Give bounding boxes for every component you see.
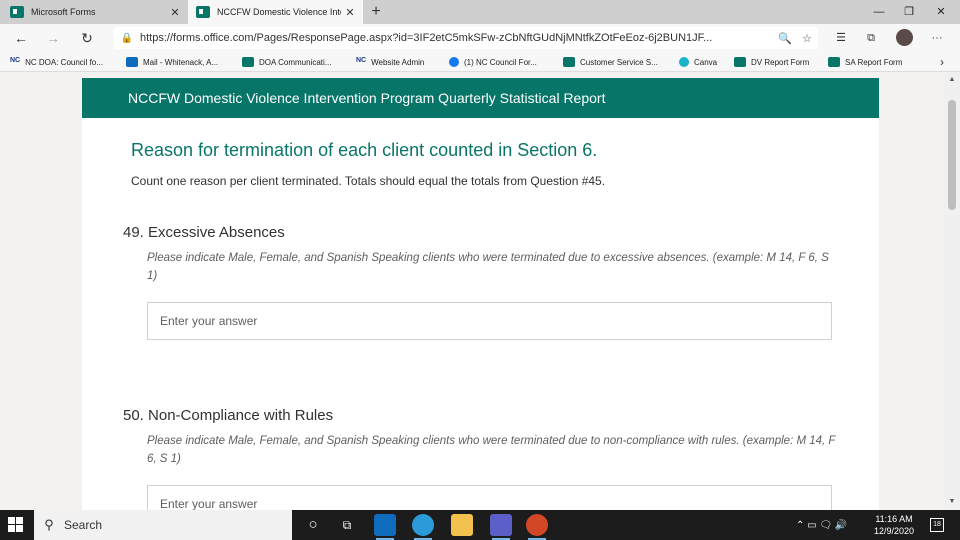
profile-avatar[interactable] xyxy=(896,29,913,46)
favorite-sa-report-form[interactable]: SA Report Form xyxy=(828,52,902,72)
favorite-label: Mail - Whitenack, A... xyxy=(143,57,219,67)
more-menu-icon[interactable]: ··· xyxy=(928,30,946,46)
url-field[interactable]: 🔒 https://forms.office.com/Pages/Respons… xyxy=(114,27,818,49)
tab-strip: Microsoft Forms ✕ NCCFW Domestic Violenc… xyxy=(0,0,960,24)
windows-start-icon[interactable] xyxy=(8,517,24,533)
nc-icon: NC xyxy=(356,57,367,64)
question-49-title: 49. Excessive Absences xyxy=(123,224,285,241)
favorite-customer-service[interactable]: Customer Service S... xyxy=(563,52,658,72)
section-title: Reason for termination of each client co… xyxy=(131,140,598,160)
forms-icon xyxy=(10,6,24,18)
outlook-icon xyxy=(126,57,138,67)
taskbar-clock[interactable]: 11:16 AM 12/9/2020 xyxy=(866,513,922,537)
taskbar-search[interactable]: ⚲ Search xyxy=(34,510,292,540)
close-tab-icon[interactable]: ✕ xyxy=(341,6,359,19)
favorites-icon[interactable]: ☰ xyxy=(832,30,850,46)
clock-date: 12/9/2020 xyxy=(873,526,915,536)
edge-app-icon[interactable] xyxy=(412,514,434,540)
scroll-thumb[interactable] xyxy=(948,100,956,210)
notification-center-icon[interactable]: 18 xyxy=(930,518,944,532)
close-window-button[interactable]: ✕ xyxy=(926,0,956,24)
favorite-star-icon[interactable]: ☆ xyxy=(796,32,818,45)
lock-icon: 🔒 xyxy=(120,32,134,44)
question-50-answer-input[interactable] xyxy=(147,485,832,510)
zoom-icon[interactable]: 🔍 xyxy=(774,32,796,45)
favorite-doa-communications[interactable]: DOA Communicati... xyxy=(242,52,331,72)
favorite-label: SA Report Form xyxy=(845,57,903,67)
forms-icon xyxy=(196,6,210,18)
outlook-app-icon[interactable] xyxy=(374,514,396,540)
favorites-bar: NC NC DOA: Council fo... Mail - Whitenac… xyxy=(0,52,960,72)
favorite-website-admin[interactable]: NC Website Admin xyxy=(356,52,424,72)
forward-button[interactable]: → xyxy=(42,28,64,48)
favorite-label: Customer Service S... xyxy=(580,57,658,67)
powerpoint-app-icon[interactable] xyxy=(526,514,548,540)
favorite-nc-council-facebook[interactable]: (1) NC Council For... xyxy=(449,52,537,72)
favorite-canva[interactable]: Canva xyxy=(679,52,717,72)
forms-icon xyxy=(828,57,840,67)
favorite-label: NC DOA: Council fo... xyxy=(25,57,103,67)
question-title: Non-Compliance with Rules xyxy=(148,407,334,424)
task-view-icon[interactable]: ⧉ xyxy=(336,514,358,536)
nc-icon: NC xyxy=(10,57,21,64)
tab-title: NCCFW Domestic Violence Inter xyxy=(217,7,341,17)
file-explorer-icon[interactable] xyxy=(451,514,473,536)
question-title: Excessive Absences xyxy=(148,224,285,241)
url-text[interactable]: https://forms.office.com/Pages/ResponseP… xyxy=(140,32,774,44)
teams-app-icon[interactable] xyxy=(490,514,512,540)
favorite-nc-doa[interactable]: NC NC DOA: Council fo... xyxy=(10,52,103,72)
refresh-button[interactable]: ↻ xyxy=(76,28,98,48)
question-number: 49. xyxy=(123,224,144,241)
form-header-title: NCCFW Domestic Violence Intervention Pro… xyxy=(82,78,879,118)
page-scrollbar[interactable]: ▲ ▼ xyxy=(944,72,960,510)
favorite-dv-report-form[interactable]: DV Report Form xyxy=(734,52,809,72)
tab-nccfw-form[interactable]: NCCFW Domestic Violence Inter ✕ xyxy=(188,0,363,24)
search-label: Search xyxy=(64,518,103,532)
question-number: 50. xyxy=(123,407,144,424)
forms-icon xyxy=(734,57,746,67)
back-button[interactable]: ← xyxy=(10,28,32,48)
question-50-title: 50. Non-Compliance with Rules xyxy=(123,407,333,424)
question-49-description: Please indicate Male, Female, and Spanis… xyxy=(147,252,829,282)
collections-icon[interactable]: ⧉ xyxy=(862,30,880,46)
section-description: Count one reason per client terminated. … xyxy=(131,174,606,188)
tab-title: Microsoft Forms xyxy=(31,7,96,17)
favorite-label: Canva xyxy=(694,57,718,67)
canva-icon xyxy=(679,57,689,67)
favorite-label: DV Report Form xyxy=(751,57,810,67)
maximize-button[interactable]: ❐ xyxy=(894,0,924,24)
system-tray[interactable]: ⌃ ▭ 🗨 🔊 xyxy=(796,510,853,540)
page-content: NCCFW Domestic Violence Intervention Pro… xyxy=(0,72,944,510)
scroll-down-icon[interactable]: ▼ xyxy=(944,494,960,510)
scroll-up-icon[interactable]: ▲ xyxy=(944,72,960,88)
favorite-mail[interactable]: Mail - Whitenack, A... xyxy=(126,52,218,72)
favorite-label: DOA Communicati... xyxy=(259,57,332,67)
clock-time: 11:16 AM xyxy=(875,514,913,524)
facebook-icon xyxy=(449,57,459,67)
favorite-label: (1) NC Council For... xyxy=(464,57,537,67)
form-card: Reason for termination of each client co… xyxy=(82,118,879,510)
question-50-description: Please indicate Male, Female, and Spanis… xyxy=(147,435,836,465)
minimize-button[interactable]: — xyxy=(864,0,894,24)
address-bar-row: ← → ↻ 🔒 https://forms.office.com/Pages/R… xyxy=(0,24,960,52)
close-tab-icon[interactable]: ✕ xyxy=(166,6,184,19)
tray-icons[interactable]: ⌃ ▭ 🗨 🔊 xyxy=(796,520,847,531)
favorites-overflow-icon[interactable]: › xyxy=(940,52,944,72)
taskbar: ⚲ Search ○ ⧉ ⌃ ▭ 🗨 🔊 11:16 AM 12/9/2020 … xyxy=(0,510,960,540)
forms-icon xyxy=(242,57,254,67)
favorite-label: Website Admin xyxy=(371,57,425,67)
question-49-answer-input[interactable] xyxy=(147,302,832,340)
tab-microsoft-forms[interactable]: Microsoft Forms ✕ xyxy=(0,0,188,24)
new-tab-button[interactable]: + xyxy=(366,2,386,22)
search-icon: ⚲ xyxy=(44,517,54,532)
forms-icon xyxy=(563,57,575,67)
cortana-icon[interactable]: ○ xyxy=(302,514,324,536)
